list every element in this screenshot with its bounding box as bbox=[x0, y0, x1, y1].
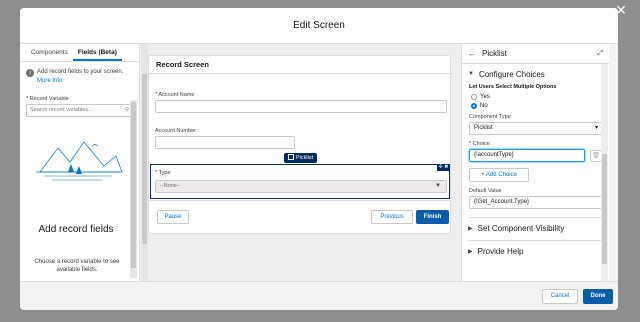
account-name-field[interactable] bbox=[155, 100, 447, 113]
configure-choices-section[interactable]: ▼ Configure Choices bbox=[462, 67, 609, 81]
modal-title: Edit Screen bbox=[20, 8, 618, 44]
default-value-input[interactable]: {!Get_Account.Type} bbox=[469, 196, 603, 209]
left-panel: Components Fields (Beta) i Add record fi… bbox=[20, 44, 140, 281]
choice-input[interactable]: {!accountType} bbox=[469, 149, 585, 162]
set-component-visibility-section[interactable]: ▶ Set Component Visibility bbox=[462, 221, 609, 235]
add-choice-button[interactable]: + Add Choice bbox=[469, 168, 529, 182]
properties-title: Picklist bbox=[482, 49, 507, 58]
chevron-down-icon: ▼ bbox=[435, 183, 441, 189]
account-number-field[interactable] bbox=[155, 136, 295, 149]
left-scrollbar[interactable] bbox=[130, 100, 137, 278]
info-message: i Add record fields to your screen. More… bbox=[26, 68, 133, 86]
component-actions-icon[interactable]: ✣ ✖ bbox=[437, 164, 450, 171]
mountains-illustration bbox=[32, 134, 124, 184]
finish-button[interactable]: Finish bbox=[416, 210, 449, 224]
component-type-label: Component Type bbox=[469, 114, 511, 120]
edit-screen-modal: Edit Screen Components Fields (Beta) i A… bbox=[20, 8, 618, 310]
account-number-label: Account Number bbox=[155, 128, 196, 134]
record-variable-label: * Record Variable bbox=[26, 96, 69, 102]
properties-scrollbar[interactable] bbox=[601, 64, 608, 281]
info-icon: i bbox=[26, 69, 34, 77]
tab-fields-beta[interactable]: Fields (Beta) bbox=[72, 44, 122, 61]
screen-canvas: Record Screen * Account Name Account Num… bbox=[141, 44, 461, 281]
modal-footer: Cancel Done bbox=[20, 281, 618, 310]
expand-icon[interactable]: ⤢ bbox=[597, 50, 603, 58]
picklist-icon bbox=[288, 154, 294, 160]
cancel-button[interactable]: Cancel bbox=[542, 289, 578, 304]
type-label: * Type bbox=[155, 170, 171, 176]
chevron-down-icon: ▾ bbox=[594, 125, 598, 131]
screen-footer: Pause Previous Finish bbox=[149, 200, 450, 234]
record-variable-search-input[interactable]: Search record variables... ⚲ bbox=[26, 104, 133, 117]
radio-no[interactable]: No bbox=[462, 101, 609, 110]
chevron-right-icon: ▶ bbox=[468, 225, 473, 232]
multi-select-label: Let Users Select Multiple Options bbox=[469, 84, 557, 90]
empty-state-title: Add record fields bbox=[38, 224, 114, 235]
choice-label: * Choice bbox=[469, 141, 490, 147]
empty-state-description: Choose a record variable to see availabl… bbox=[34, 259, 120, 273]
chevron-down-icon: ▼ bbox=[468, 71, 474, 77]
card-title: Record Screen bbox=[149, 56, 450, 74]
radio-unchecked-icon bbox=[471, 93, 477, 100]
type-picklist[interactable]: --None-- ▼ bbox=[155, 180, 447, 193]
record-screen-card: Record Screen * Account Name Account Num… bbox=[148, 55, 451, 234]
pause-button[interactable]: Pause bbox=[157, 210, 189, 224]
back-arrow-icon[interactable]: ← bbox=[468, 49, 476, 58]
radio-yes[interactable]: Yes bbox=[462, 92, 609, 101]
properties-header: ← Picklist ⤢ bbox=[462, 44, 609, 64]
left-tabs: Components Fields (Beta) bbox=[20, 44, 139, 62]
done-button[interactable]: Done bbox=[583, 289, 613, 304]
picklist-badge: Picklist bbox=[284, 153, 318, 163]
search-placeholder: Search record variables... bbox=[30, 107, 93, 113]
chevron-right-icon: ▶ bbox=[468, 248, 473, 255]
properties-panel: ← Picklist ⤢ ▼ Configure Choices Let Use… bbox=[461, 44, 609, 281]
provide-help-section[interactable]: ▶ Provide Help bbox=[462, 244, 609, 258]
more-info-link[interactable]: More Info bbox=[37, 78, 62, 84]
canvas-scrollbar[interactable] bbox=[141, 44, 148, 281]
radio-checked-icon bbox=[471, 102, 477, 109]
default-value-label: Default Value bbox=[469, 188, 502, 194]
search-icon: ⚲ bbox=[124, 107, 129, 113]
account-name-label: * Account Name bbox=[155, 92, 195, 98]
previous-button[interactable]: Previous bbox=[371, 210, 413, 224]
component-type-select[interactable]: Picklist ▾ bbox=[469, 122, 603, 135]
tab-components[interactable]: Components bbox=[26, 44, 73, 61]
info-text: Add record fields to your screen. bbox=[37, 69, 124, 75]
